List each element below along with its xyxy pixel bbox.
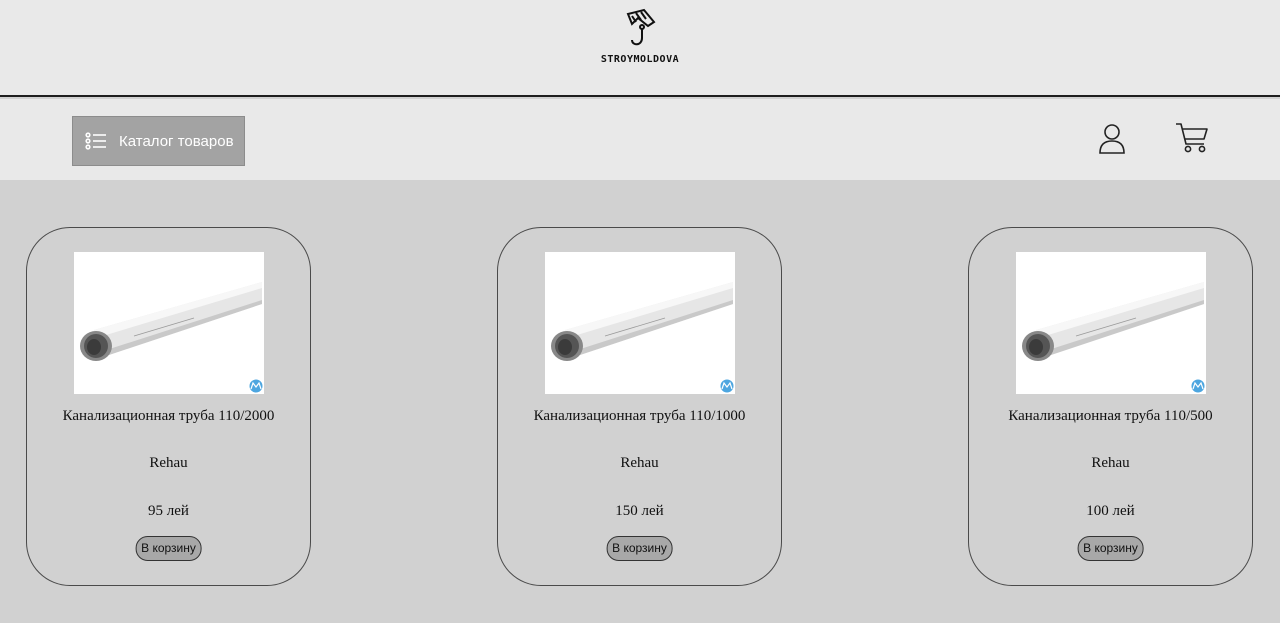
- catalog-button[interactable]: Каталог товаров: [72, 116, 245, 166]
- product-card[interactable]: Канализационная труба 110/500 Rehau 100 …: [968, 227, 1253, 586]
- site-logo[interactable]: STROYMOLDOVA: [590, 8, 690, 70]
- product-brand: Rehau: [1091, 455, 1130, 471]
- catalog-button-label: Каталог товаров: [119, 132, 234, 150]
- site-header: STROYMOLDOVA: [0, 0, 1280, 97]
- navbar: Каталог товаров: [0, 99, 1280, 180]
- pipe-image: [545, 252, 735, 394]
- product-price: 95 лей: [148, 503, 189, 519]
- product-card[interactable]: Канализационная труба 110/2000 Rehau 95 …: [26, 227, 311, 586]
- pipe-image: [74, 252, 264, 394]
- product-brand: Rehau: [149, 455, 188, 471]
- product-price: 100 лей: [1086, 503, 1135, 519]
- user-icon[interactable]: [1098, 123, 1126, 155]
- product-price: 150 лей: [615, 503, 664, 519]
- product-image[interactable]: [1016, 252, 1206, 394]
- product-name[interactable]: Канализационная труба 110/2000: [27, 408, 310, 425]
- product-image[interactable]: [74, 252, 264, 394]
- product-name[interactable]: Канализационная труба 110/500: [969, 408, 1252, 425]
- add-to-cart-button[interactable]: В корзину: [606, 536, 673, 561]
- list-icon: [85, 132, 106, 150]
- product-name[interactable]: Канализационная труба 110/1000: [498, 408, 781, 425]
- add-to-cart-button[interactable]: В корзину: [1077, 536, 1144, 561]
- pipe-image: [1016, 252, 1206, 394]
- product-card[interactable]: Канализационная труба 110/1000 Rehau 150…: [497, 227, 782, 586]
- product-brand: Rehau: [620, 455, 659, 471]
- add-to-cart-button[interactable]: В корзину: [135, 536, 202, 561]
- product-image[interactable]: [545, 252, 735, 394]
- cart-icon[interactable]: [1175, 122, 1209, 154]
- wrench-hook-icon: [626, 8, 656, 46]
- logo-text: STROYMOLDOVA: [600, 54, 680, 65]
